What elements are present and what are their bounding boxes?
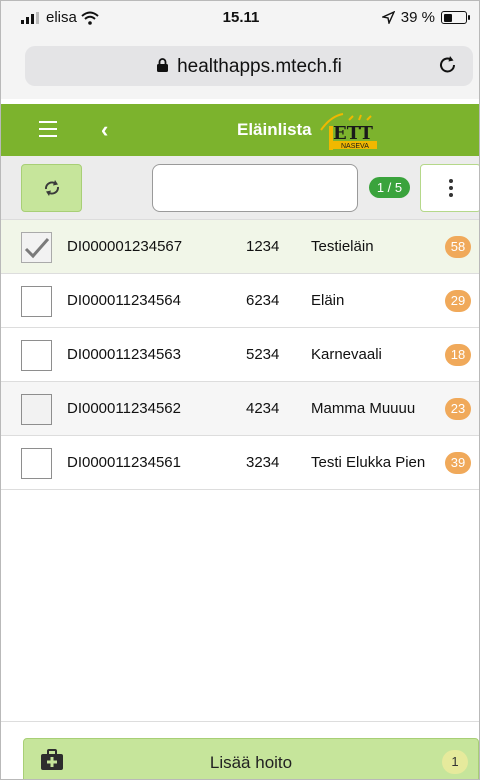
animal-number: 1234 [246, 238, 280, 255]
animal-name: Testieläin [311, 238, 374, 255]
animal-name: Testi Elukka Pien [311, 454, 426, 471]
phone-screen: elisa 15.11 39 % healthapps.mtech.fi ‹ E… [0, 0, 480, 780]
count-badge: 39 [445, 452, 471, 474]
animal-name: Mamma Muuuu [311, 400, 416, 417]
address-text-wrap: healthapps.mtech.fi [25, 56, 473, 78]
animal-number: 6234 [246, 292, 280, 309]
count-badge: 23 [445, 398, 471, 420]
checkmark-icon [24, 238, 50, 259]
animal-id: DI000001234567 [67, 238, 183, 255]
add-treatment-label: Lisää hoito [209, 753, 293, 772]
status-right: 39 % [381, 9, 470, 26]
list-item[interactable]: DI000001234567 1234 Testieläin 58 [1, 220, 479, 274]
row-checkbox[interactable] [21, 448, 52, 479]
lock-icon [157, 58, 169, 72]
animal-number: 3234 [246, 454, 280, 471]
animal-number: 4234 [246, 400, 280, 417]
back-chevron-icon[interactable]: ‹ [101, 117, 108, 143]
animal-id: DI000011234563 [67, 346, 181, 363]
url-text: healthapps.mtech.fi [177, 56, 342, 77]
status-bar: elisa 15.11 39 % [1, 1, 479, 33]
sync-icon [44, 180, 59, 196]
reload-icon[interactable] [437, 54, 459, 76]
page-indicator-badge: 1 / 5 [369, 177, 410, 198]
animal-number: 5234 [246, 346, 280, 363]
location-arrow-icon [381, 11, 395, 24]
refresh-button[interactable] [21, 164, 82, 212]
list-item[interactable]: DI000011234562 4234 Mamma Muuuu 23 [1, 382, 479, 436]
battery-icon [441, 11, 470, 24]
app-header: ‹ Eläinlista ETT NASEVA [1, 104, 479, 156]
svg-text:ETT: ETT [333, 123, 373, 144]
bottom-action-bar: Lisää hoito 1 [1, 721, 479, 779]
list-item[interactable]: DI000011234561 3234 Testi Elukka Pien 39 [1, 436, 479, 490]
battery-percent: 39 % [400, 9, 435, 26]
selected-count-badge: 1 [442, 750, 468, 774]
count-badge: 18 [445, 344, 471, 366]
animal-id: DI000011234561 [67, 454, 181, 471]
more-options-button[interactable] [420, 164, 479, 212]
list-item[interactable]: DI000011234563 5234 Karnevaali 18 [1, 328, 479, 382]
animal-name: Karnevaali [311, 346, 382, 363]
page-title: Eläinlista [237, 120, 312, 139]
ett-naseva-logo: ETT NASEVA [320, 113, 377, 150]
animal-name: Eläin [311, 292, 345, 309]
svg-text:NASEVA: NASEVA [341, 143, 369, 150]
row-checkbox[interactable] [21, 340, 52, 371]
animal-id: DI000011234564 [67, 292, 181, 309]
animal-list: DI000001234567 1234 Testieläin 58 DI0000… [1, 220, 479, 490]
row-checkbox[interactable] [21, 286, 52, 317]
add-treatment-button[interactable]: Lisää hoito 1 [23, 738, 479, 779]
search-input[interactable] [152, 164, 358, 212]
list-item[interactable]: DI000011234564 6234 Eläin 29 [1, 274, 479, 328]
row-checkbox[interactable] [21, 394, 52, 425]
list-toolbar: 1 / 5 [1, 156, 479, 220]
count-badge: 58 [445, 236, 471, 258]
browser-chrome: healthapps.mtech.fi [1, 33, 479, 99]
animal-id: DI000011234562 [67, 400, 181, 417]
row-checkbox[interactable] [21, 232, 52, 263]
hamburger-menu-icon[interactable] [39, 121, 57, 142]
count-badge: 29 [445, 290, 471, 312]
address-bar[interactable]: healthapps.mtech.fi [25, 46, 473, 86]
